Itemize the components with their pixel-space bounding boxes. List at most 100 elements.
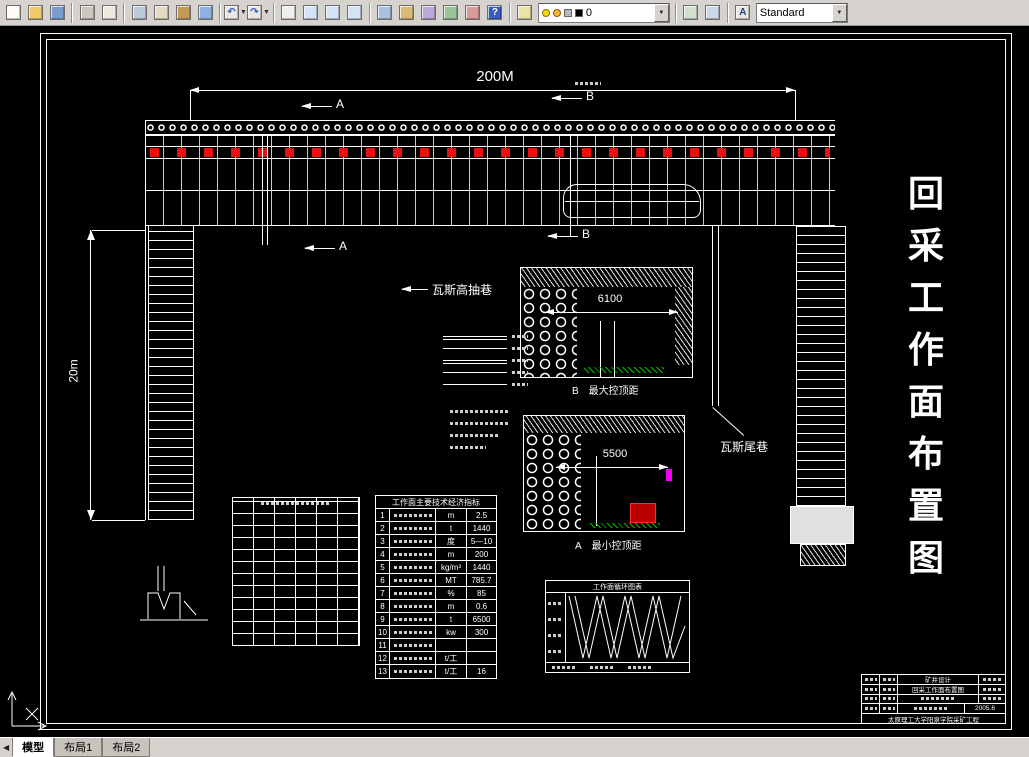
plot-button[interactable]	[76, 2, 98, 24]
undo-dropdown[interactable]: ▼	[240, 9, 247, 16]
title-block-cell	[898, 704, 965, 714]
indicator-name-bar	[393, 643, 432, 647]
tab-layout1[interactable]: 布局1	[54, 738, 103, 757]
tool-palettes-button[interactable]	[418, 2, 440, 24]
tab-model[interactable]: 模型	[12, 738, 55, 757]
save-button[interactable]	[46, 2, 68, 24]
designcenter-button[interactable]	[396, 2, 418, 24]
indicator-table-title: 工作面主要技术经济指标	[376, 496, 496, 509]
indicator-value: 300	[474, 627, 489, 637]
legend-label-bar	[512, 347, 528, 350]
title-block-cell	[979, 675, 1005, 684]
side-title-char: 面	[907, 382, 944, 422]
indicator-name	[390, 561, 436, 573]
cycle-chart-axis-labels	[546, 593, 566, 662]
toolbar-separator	[368, 2, 371, 23]
bulb-icon	[541, 8, 550, 17]
gas-tail-gateway-line	[712, 226, 713, 406]
indicator-row: 10 kw 300	[376, 626, 496, 639]
sheet-set-icon	[443, 5, 459, 20]
gas-tail-gateway-line	[718, 226, 719, 406]
printer-icon	[79, 5, 95, 20]
indicator-value: 785.7	[471, 575, 492, 585]
redo-dropdown[interactable]: ▼	[263, 9, 270, 16]
undo-button[interactable]: ↶ ▼	[224, 2, 247, 24]
ucs-icon	[7, 690, 48, 731]
match-properties-button[interactable]	[194, 2, 216, 24]
section-a-cutline	[262, 135, 263, 245]
title-block: 矿井设计 回采工作面布置图 2005.6 太原理工大学阳泉学院采矿工程	[861, 674, 1006, 724]
open-button[interactable]	[24, 2, 46, 24]
sheet-set-manager-button[interactable]	[440, 2, 462, 24]
mining-machine-symbol	[630, 503, 656, 523]
make-object-layer-current-button[interactable]	[680, 2, 702, 24]
layer-combo[interactable]: 0 ▼	[537, 2, 670, 23]
indicator-name	[390, 613, 436, 625]
indicator-no: 11	[376, 639, 390, 651]
cut-button[interactable]	[128, 2, 150, 24]
indicator-row: 11	[376, 639, 496, 652]
section-a-arrow	[304, 245, 335, 251]
indicator-no: 6	[376, 574, 390, 586]
title-block-row: 2005.6	[862, 704, 1005, 715]
new-button[interactable]	[2, 2, 24, 24]
pan-button[interactable]	[278, 2, 300, 24]
section-b-cutline	[570, 135, 571, 236]
layer-previous-button[interactable]	[702, 2, 724, 24]
indicator-name-bar	[393, 552, 432, 556]
indicator-unit	[436, 639, 467, 651]
left-gateway-ladder	[148, 226, 194, 520]
dimension-line-20m	[86, 230, 95, 520]
style-combo[interactable]: Standard ▼	[755, 2, 848, 23]
indicator-name-bar	[393, 565, 432, 569]
properties-button[interactable]	[374, 2, 396, 24]
layer-color-swatch	[574, 8, 583, 17]
dimension-extension	[795, 90, 796, 120]
paste-button[interactable]	[172, 2, 194, 24]
toolbar-separator	[726, 2, 729, 23]
zoom-previous-button[interactable]	[344, 2, 366, 24]
dimension-text-6100: 6100	[597, 293, 623, 305]
indicator-unit: kw	[436, 626, 467, 638]
indicator-value: 1440	[472, 562, 491, 572]
legend-line	[443, 348, 507, 349]
plot-preview-button[interactable]	[98, 2, 120, 24]
indicator-name	[390, 535, 436, 547]
layer-properties-button[interactable]	[514, 2, 536, 24]
title-block-cell	[880, 675, 898, 684]
indicator-table-rows: 1 m 2.5 2 t 1440 3 度 5—10 4 m 200 5 kg/m³ 1440 6 MT 785.7…	[376, 509, 496, 678]
indicator-name-bar	[393, 513, 432, 517]
layer-combo-dropdown[interactable]: ▼	[653, 3, 669, 22]
open-folder-icon	[27, 5, 43, 20]
drawing-canvas[interactable]: 200M A B B A 瓦斯尾巷 瓦斯高抽巷 20m 6100 B 最大控顶距…	[0, 26, 1029, 737]
tab-scroll-left[interactable]: ◀	[0, 738, 12, 757]
side-title-char: 工	[907, 278, 944, 318]
section-a-marker: A	[336, 97, 345, 111]
indicator-no: 8	[376, 600, 390, 612]
section-a-caption: A 最小控顶距	[575, 537, 642, 552]
cycle-chart: 工作面循环图表	[545, 580, 690, 673]
tab-layout2[interactable]: 布局2	[102, 738, 151, 757]
zoom-realtime-button[interactable]	[300, 2, 322, 24]
help-button[interactable]: ?	[484, 2, 506, 24]
legend-line	[443, 363, 507, 364]
indicator-table: 工作面主要技术经济指标 1 m 2.5 2 t 1440 3 度 5—10 4 m 200 5 kg/m³…	[375, 495, 497, 679]
markup-set-manager-button[interactable]	[462, 2, 484, 24]
text-style-button[interactable]: A	[732, 2, 754, 24]
title-block-cell	[862, 684, 880, 694]
indicator-row: 8 m 0.6	[376, 600, 496, 613]
zoom-window-button[interactable]	[322, 2, 344, 24]
dimension-line-6100	[545, 309, 678, 315]
redo-button[interactable]: ↷ ▼	[246, 2, 270, 24]
indicator-name	[390, 626, 436, 638]
copy-button[interactable]	[150, 2, 172, 24]
indicator-value	[467, 652, 496, 664]
indicator-unit: t/工	[436, 665, 467, 678]
pan-hand-icon	[281, 5, 297, 20]
indicator-unit: MT	[436, 574, 467, 586]
title-block-date: 2005.6	[975, 705, 995, 713]
indicator-value: 0.6	[475, 601, 488, 611]
style-combo-dropdown[interactable]: ▼	[831, 3, 847, 22]
support-spec-table	[232, 497, 360, 646]
legend-line	[443, 384, 507, 385]
